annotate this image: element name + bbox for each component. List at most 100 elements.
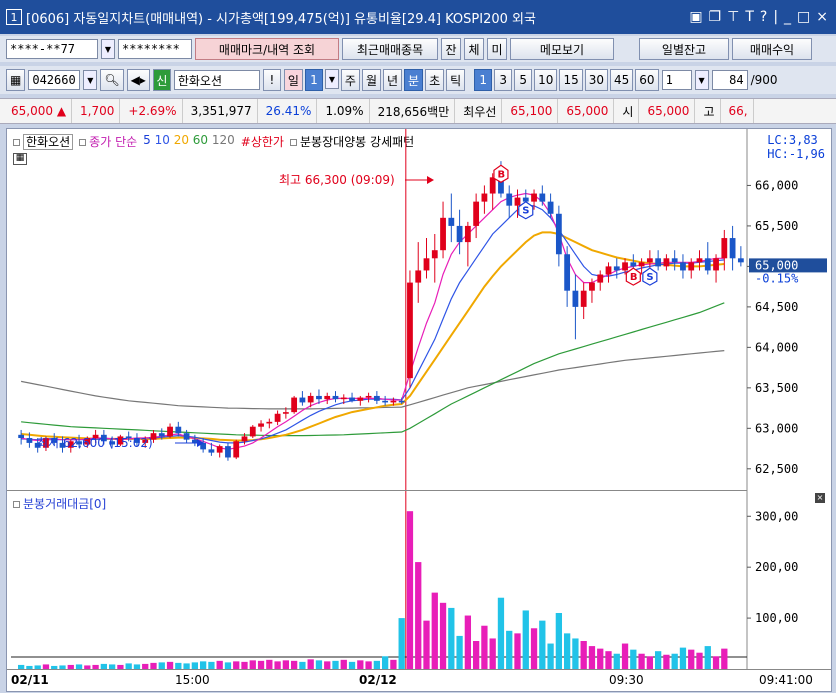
minimize-icon[interactable]: _ bbox=[784, 9, 791, 25]
candle-body bbox=[241, 436, 248, 442]
period-button[interactable]: 분 bbox=[404, 69, 424, 91]
candle-body bbox=[167, 426, 173, 437]
copy-icon[interactable]: ❐ bbox=[709, 9, 722, 25]
interval-button[interactable]: 30 bbox=[584, 69, 609, 91]
candle-body bbox=[249, 426, 256, 437]
daily-balance-button[interactable]: 일별잔고 bbox=[639, 38, 729, 60]
volume-legend[interactable]: 분봉거래대금[0] bbox=[13, 495, 106, 512]
interval-buttons: 1 3 5 10 15 30 45 60 bbox=[474, 69, 659, 91]
candle-body bbox=[258, 423, 264, 427]
account-dropdown-icon[interactable]: ▼ bbox=[101, 39, 115, 59]
pin-icon[interactable]: ⊤ bbox=[727, 9, 739, 25]
memo-button[interactable]: 메모보기 bbox=[510, 38, 614, 60]
interval-button[interactable]: 15 bbox=[559, 69, 583, 91]
count-dropdown-icon[interactable]: ▼ bbox=[694, 70, 709, 90]
interval-button[interactable]: 45 bbox=[610, 69, 634, 91]
candle-body bbox=[473, 201, 480, 226]
candle-body bbox=[316, 395, 322, 400]
count-input[interactable]: 1 bbox=[661, 70, 692, 90]
best-ask-label: 최우선 bbox=[458, 99, 503, 123]
text-icon[interactable]: T bbox=[745, 9, 754, 25]
restore-icon[interactable]: □ bbox=[797, 9, 810, 25]
volume-bar bbox=[423, 620, 430, 669]
account-toolbar: ****-**77 ▼ ******** 매매마크/내역 조회 최근매매종목 잔… bbox=[0, 36, 836, 62]
volume-bar bbox=[506, 630, 513, 669]
alert-button[interactable]: ! bbox=[262, 69, 281, 91]
candle-body bbox=[365, 395, 372, 398]
candle-body bbox=[423, 258, 430, 271]
candle-body bbox=[225, 446, 231, 458]
x-label-0211: 02/11 bbox=[11, 673, 49, 687]
ma-line-ma60 bbox=[21, 302, 725, 437]
candle-body bbox=[407, 282, 413, 379]
period-button[interactable]: 일 bbox=[283, 69, 303, 91]
interval-button[interactable]: 10 bbox=[534, 69, 558, 91]
help-icon[interactable]: ? bbox=[760, 9, 767, 25]
trade-marks-button[interactable]: 매매마크/내역 조회 bbox=[195, 38, 339, 60]
stock-code-input[interactable]: 042660 bbox=[28, 70, 81, 90]
stock-code-dropdown-icon[interactable]: ▼ bbox=[83, 70, 98, 90]
period-button[interactable]: 초 bbox=[425, 69, 445, 91]
current-pct-label: -0.15% bbox=[755, 271, 799, 285]
period-button[interactable]: 월 bbox=[361, 69, 381, 91]
candle-body bbox=[233, 441, 240, 458]
candle-body bbox=[373, 395, 380, 401]
period-button[interactable]: 년 bbox=[382, 69, 403, 91]
chart-area[interactable]: 한화오션 종가 단순 5 10 20 60 120 #상한가 분봉장대양봉 강세… bbox=[6, 128, 832, 692]
period-button[interactable]: 1 bbox=[304, 69, 323, 91]
password-input[interactable]: ******** bbox=[118, 39, 192, 59]
volume-bar bbox=[381, 656, 389, 669]
volume-bar bbox=[613, 653, 620, 669]
account-input[interactable]: ****-**77 bbox=[6, 39, 98, 59]
balance-button[interactable]: 잔 bbox=[441, 38, 461, 60]
interval-button[interactable]: 60 bbox=[635, 69, 659, 91]
volume-tick-label: 300,00 bbox=[755, 509, 798, 523]
pending-button[interactable]: 미 bbox=[487, 38, 507, 60]
candle-body bbox=[737, 258, 744, 263]
window-icon[interactable]: ▣ bbox=[689, 9, 702, 25]
volume-bar bbox=[241, 661, 248, 669]
volume-bar bbox=[712, 656, 720, 669]
candle-body bbox=[688, 262, 695, 271]
candle-body bbox=[630, 262, 637, 267]
interval-button[interactable]: 1 bbox=[474, 69, 493, 91]
close-pane-icon[interactable]: × bbox=[815, 493, 825, 503]
interval-button[interactable]: 5 bbox=[514, 69, 533, 91]
trade-profit-button[interactable]: 매매수익 bbox=[732, 38, 812, 60]
candle-body bbox=[539, 193, 546, 202]
candle-body bbox=[26, 438, 33, 443]
candle-body bbox=[555, 213, 562, 255]
volume-bar bbox=[456, 635, 463, 669]
candle-body bbox=[266, 421, 273, 424]
volume-bar bbox=[704, 646, 711, 669]
marker-label: B bbox=[497, 169, 505, 180]
price-tick-label: 64,500 bbox=[755, 300, 798, 314]
candle-body bbox=[721, 238, 728, 259]
candle-body bbox=[431, 250, 438, 259]
grid-menu-icon[interactable]: ▦ bbox=[6, 69, 26, 91]
close-icon[interactable]: × bbox=[816, 9, 828, 25]
candle-body bbox=[324, 395, 331, 400]
range-input[interactable]: 84 bbox=[711, 70, 748, 90]
separator: | bbox=[773, 9, 779, 25]
volume-bar bbox=[249, 660, 256, 669]
stock-name-field[interactable]: 한화오션 bbox=[173, 70, 260, 90]
window-number: 1 bbox=[6, 9, 22, 25]
volume-bar bbox=[307, 659, 314, 669]
marker-label: S bbox=[646, 272, 653, 283]
search-icon[interactable]: 🔍︎ bbox=[100, 69, 124, 91]
period-dropdown-icon[interactable]: ▼ bbox=[324, 69, 339, 89]
candle-body bbox=[415, 270, 422, 283]
volume-bar bbox=[464, 615, 472, 669]
executed-button[interactable]: 체 bbox=[464, 38, 484, 60]
recent-trades-button[interactable]: 최근매매종목 bbox=[342, 38, 438, 60]
interval-button[interactable]: 3 bbox=[494, 69, 513, 91]
volume-bar bbox=[472, 641, 480, 669]
period-button[interactable]: 틱 bbox=[446, 69, 466, 91]
prev-next-icon[interactable]: ◀▸ bbox=[126, 69, 150, 91]
volume-bar bbox=[257, 660, 265, 669]
candle-body bbox=[514, 197, 521, 206]
period-button[interactable]: 주 bbox=[340, 69, 360, 91]
candle-body bbox=[390, 400, 397, 403]
candle-body bbox=[340, 397, 347, 400]
